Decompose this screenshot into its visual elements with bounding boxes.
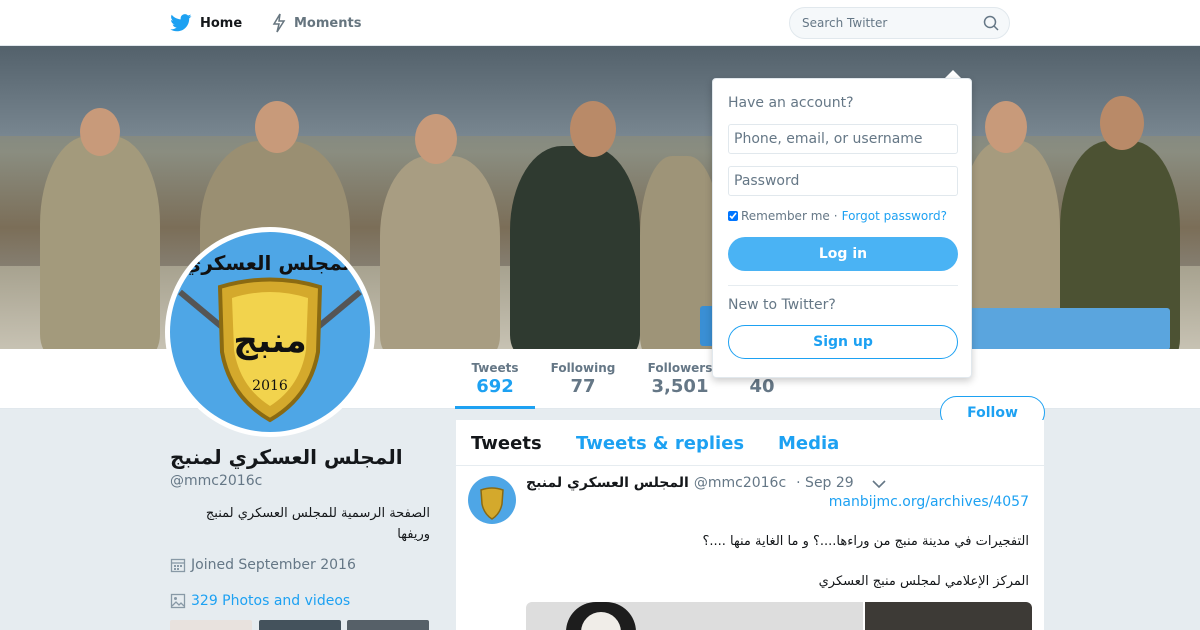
profile-name: المجلس العسكري لمنبج — [170, 445, 403, 469]
photo-thumbnail[interactable] — [347, 620, 429, 630]
tab-tweets-replies[interactable]: Tweets & replies — [576, 433, 744, 454]
twitter-bird-icon — [170, 14, 192, 32]
forgot-password-link[interactable]: Forgot password? — [842, 209, 947, 223]
stat-following-value: 77 — [570, 376, 596, 397]
tweet-header: المجلس العسكري لمنبج @mmc2016c · Sep 29 — [526, 475, 854, 491]
username-input[interactable] — [728, 124, 958, 154]
remember-me-label[interactable]: Remember me — [741, 209, 830, 223]
profile-photos-text: 329 Photos and videos — [191, 593, 351, 609]
profile-joined-text: Joined September 2016 — [191, 557, 356, 573]
photo-thumbnail[interactable] — [259, 620, 341, 630]
timeline: Tweets Tweets & replies Media المجلس الع… — [456, 420, 1044, 630]
avatar-image: المجلس العسكري منبج 2016 — [170, 232, 370, 432]
tweet-media-image[interactable] — [865, 602, 1032, 630]
timeline-tabs: Tweets Tweets & replies Media — [456, 420, 1044, 466]
svg-text:2016: 2016 — [252, 378, 288, 394]
calendar-icon — [170, 558, 186, 573]
remember-separator: · — [833, 209, 838, 223]
shield-logo-icon: المجلس العسكري منبج 2016 — [178, 251, 362, 423]
search-input[interactable] — [790, 8, 1011, 38]
tweet-media-image[interactable] — [526, 602, 863, 630]
shield-logo-icon — [480, 487, 504, 520]
stat-tweets[interactable]: Tweets 692 — [455, 349, 535, 409]
search-icon[interactable] — [983, 15, 999, 31]
login-dropdown: Have an account? Remember me · Forgot pa… — [712, 78, 972, 378]
svg-text:منبج: منبج — [233, 321, 306, 361]
stat-tweets-label: Tweets — [471, 361, 519, 375]
photo-thumbnail[interactable] — [170, 620, 252, 630]
tweet-author-handle[interactable]: @mmc2016c — [694, 475, 786, 491]
have-account-label: Have an account? — [728, 95, 854, 111]
new-to-twitter-label: New to Twitter? — [728, 297, 836, 313]
stat-following-label: Following — [550, 361, 616, 375]
tweet[interactable]: المجلس العسكري لمنبج @mmc2016c · Sep 29 … — [456, 466, 1044, 630]
tab-media[interactable]: Media — [778, 433, 839, 454]
tweet-date[interactable]: · Sep 29 — [796, 475, 854, 491]
tweet-text-line: المركز الإعلامي لمجلس منبج العسكري — [818, 574, 1029, 589]
svg-text:المجلس العسكري: المجلس العسكري — [183, 251, 357, 276]
tweet-text-line: التفجيرات في مدينة منبج من وراءها....؟ و… — [702, 534, 1029, 549]
nav-home-label: Home — [200, 15, 243, 31]
top-navigation-bar: Home Moments — [0, 0, 1200, 46]
login-divider — [728, 285, 958, 286]
stat-tweets-value: 692 — [476, 376, 514, 397]
profile-photos-link[interactable]: 329 Photos and videos — [170, 593, 350, 609]
tweet-link[interactable]: manbijmc.org/archives/4057 — [829, 494, 1029, 510]
password-input[interactable] — [728, 166, 958, 196]
profile-avatar[interactable]: المجلس العسكري منبج 2016 — [165, 227, 375, 437]
profile-handle[interactable]: @mmc2016c — [170, 473, 262, 489]
stat-following[interactable]: Following 77 — [545, 349, 621, 409]
signup-button[interactable]: Sign up — [728, 325, 958, 359]
photo-icon — [170, 593, 186, 609]
tweet-author-name[interactable]: المجلس العسكري لمنبج — [526, 475, 689, 491]
stat-followers[interactable]: Followers 3,501 — [643, 349, 717, 409]
stat-followers-value: 3,501 — [651, 376, 709, 397]
nav-home[interactable]: Home — [170, 0, 242, 46]
chevron-down-icon[interactable] — [872, 479, 886, 489]
nav-moments[interactable]: Moments — [272, 0, 361, 46]
nav-moments-label: Moments — [294, 15, 362, 31]
tweet-avatar[interactable] — [468, 476, 516, 524]
stat-likes-value: 40 — [749, 376, 775, 397]
remember-me-checkbox[interactable] — [728, 211, 738, 221]
stat-followers-label: Followers — [647, 361, 713, 375]
remember-row: Remember me · Forgot password? — [728, 209, 947, 223]
profile-joined: Joined September 2016 — [170, 557, 356, 573]
search-box — [789, 7, 1011, 39]
tab-tweets[interactable]: Tweets — [471, 433, 542, 454]
moments-bolt-icon — [272, 13, 286, 33]
login-button[interactable]: Log in — [728, 237, 958, 271]
profile-bio: الصفحة الرسمية للمجلس العسكري لمنبج وريف… — [205, 506, 430, 542]
